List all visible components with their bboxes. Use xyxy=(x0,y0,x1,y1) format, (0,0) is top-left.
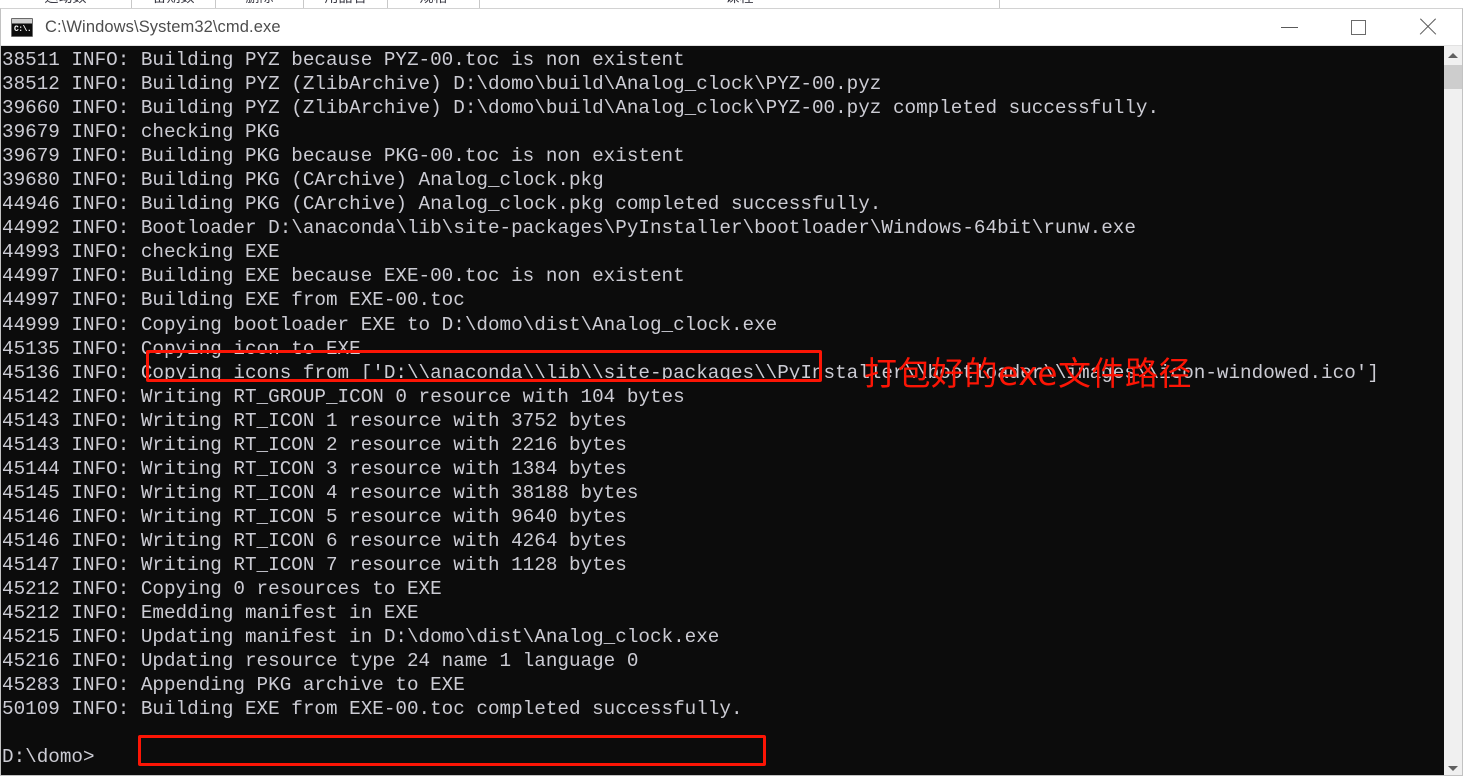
console-line: 45143 INFO: Writing RT_ICON 1 resource w… xyxy=(2,409,627,432)
scrollbar-thumb[interactable] xyxy=(1444,65,1462,89)
console-line: 39679 INFO: checking PKG xyxy=(2,121,280,144)
console-line: 45146 INFO: Writing RT_ICON 6 resource w… xyxy=(2,529,627,552)
cmd-console-icon: C:\. xyxy=(11,17,33,37)
maximize-icon xyxy=(1351,19,1366,35)
minimize-button[interactable] xyxy=(1255,9,1324,45)
bg-column-5: 课程 xyxy=(480,0,1000,8)
console-line: 44946 INFO: Building PKG (CArchive) Anal… xyxy=(2,193,882,216)
console-output-area[interactable]: 38511 INFO: Building PYZ because PYZ-00.… xyxy=(1,46,1462,775)
scrollbar-track[interactable] xyxy=(1444,64,1462,759)
cmd-window: C:\. C:\Windows\System32\cmd.exe 38511 I… xyxy=(0,8,1463,776)
maximize-button[interactable] xyxy=(1324,9,1393,45)
bg-column-0: 运动数 xyxy=(0,0,132,8)
console-line: 45283 INFO: Appending PKG archive to EXE xyxy=(2,674,465,697)
console-line: D:\domo> xyxy=(2,746,95,769)
console-line: 45216 INFO: Updating resource type 24 na… xyxy=(2,650,639,673)
console-line: 38511 INFO: Building PYZ because PYZ-00.… xyxy=(2,49,685,71)
console-line: 45144 INFO: Writing RT_ICON 3 resource w… xyxy=(2,457,627,480)
console-line: 39660 INFO: Building PYZ (ZlibArchive) D… xyxy=(2,97,1160,120)
console-line: 45143 INFO: Writing RT_ICON 2 resource w… xyxy=(2,433,627,456)
console-line: 38512 INFO: Building PYZ (ZlibArchive) D… xyxy=(2,73,882,96)
console-line: 45147 INFO: Writing RT_ICON 7 resource w… xyxy=(2,553,627,576)
console-line: 45146 INFO: Writing RT_ICON 5 resource w… xyxy=(2,505,627,528)
console-line: 45215 INFO: Updating manifest in D:\domo… xyxy=(2,626,720,649)
console-line: 39679 INFO: Building PKG because PKG-00.… xyxy=(2,145,685,168)
close-icon xyxy=(1419,18,1437,36)
console-text: 38511 INFO: Building PYZ because PYZ-00.… xyxy=(1,46,1379,769)
bg-column-4: 规格 xyxy=(388,0,480,8)
bg-column-1: 备期数 xyxy=(132,0,216,8)
console-line: 45145 INFO: Writing RT_ICON 4 resource w… xyxy=(2,481,639,504)
console-line: 44993 INFO: checking EXE xyxy=(2,241,280,264)
close-button[interactable] xyxy=(1393,9,1462,45)
console-line: 50109 INFO: Building EXE from EXE-00.toc… xyxy=(2,698,743,721)
window-titlebar[interactable]: C:\. C:\Windows\System32\cmd.exe xyxy=(1,9,1462,46)
scroll-down-arrow-icon[interactable] xyxy=(1444,759,1462,775)
bg-column-3: 用品名 xyxy=(304,0,388,8)
window-title: C:\Windows\System32\cmd.exe xyxy=(45,17,281,36)
console-line: 44999 INFO: Copying bootloader EXE to D:… xyxy=(2,313,778,336)
console-line: 45212 INFO: Copying 0 resources to EXE xyxy=(2,578,442,601)
cmd-console-icon-text: C:\. xyxy=(14,24,32,34)
console-line: 45212 INFO: Emedding manifest in EXE xyxy=(2,602,419,625)
screen: 运动数 备期数 删除 用品名 规格 课程 C:\. C:\Windows\Sys… xyxy=(0,0,1463,776)
minimize-icon xyxy=(1281,26,1298,28)
scroll-up-arrow-icon[interactable] xyxy=(1444,46,1462,64)
background-app-columns: 运动数 备期数 删除 用品名 规格 课程 xyxy=(0,0,1463,8)
console-line: 44997 INFO: Building EXE because EXE-00.… xyxy=(2,265,685,288)
vertical-scrollbar[interactable] xyxy=(1443,46,1462,775)
console-line: 44997 INFO: Building EXE from EXE-00.toc xyxy=(2,289,465,312)
annotation-note: 打包好的exe文件路径 xyxy=(864,354,1193,393)
bg-column-2: 删除 xyxy=(216,0,304,8)
console-line: 39680 INFO: Building PKG (CArchive) Anal… xyxy=(2,169,604,192)
window-controls xyxy=(1255,9,1462,45)
console-line: 44992 INFO: Bootloader D:\anaconda\lib\s… xyxy=(2,217,1136,240)
